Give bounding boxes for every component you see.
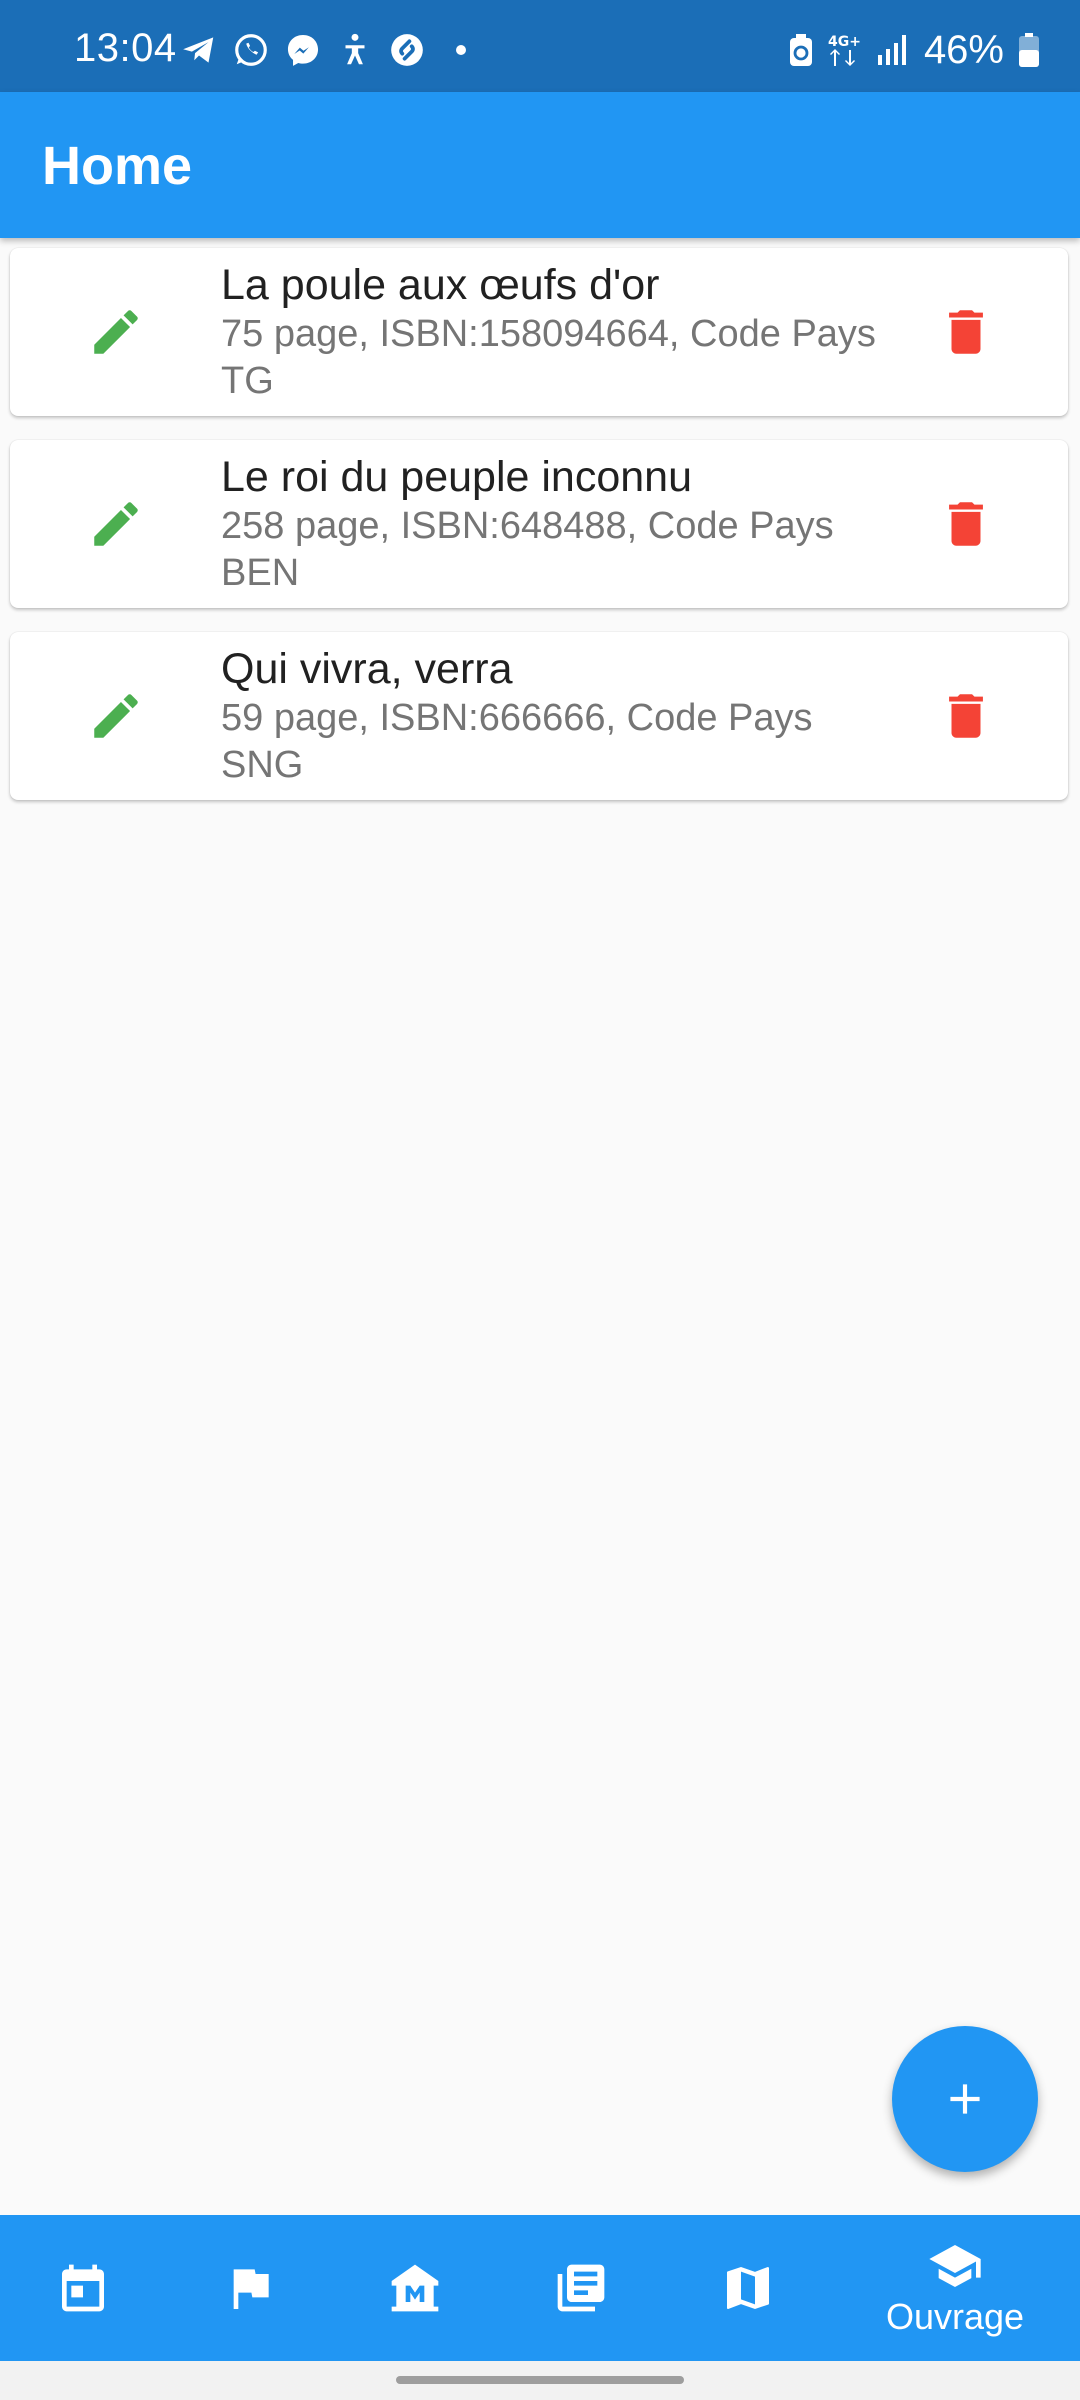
library-books-icon: [557, 2264, 605, 2312]
book-list: La poule aux œufs d'or 75 page, ISBN:158…: [10, 248, 1070, 824]
book-title: Le roi du peuple inconnu: [221, 453, 692, 501]
list-item[interactable]: Qui vivra, verra 59 page, ISBN:666666, C…: [10, 632, 1068, 800]
trash-icon: [949, 502, 983, 546]
plus-icon: [950, 2084, 980, 2114]
network-4g-icon: 4G+: [828, 34, 861, 66]
nav-item-museum[interactable]: [360, 2215, 470, 2361]
edit-button[interactable]: [82, 490, 150, 558]
signal-icon: [877, 35, 906, 65]
nav-item-ouvrage[interactable]: Ouvrage: [870, 2215, 1040, 2361]
book-details: 59 page, ISBN:666666, Code Pays SNG: [221, 697, 813, 786]
battery-percent: 46%: [923, 28, 1004, 72]
nav-label-ouvrage: Ouvrage: [885, 2296, 1025, 2337]
shazam-icon: [391, 34, 423, 66]
trash-icon: [949, 694, 983, 738]
status-bar: 13:04 4G+ 46%: [0, 0, 1080, 92]
book-details: 258 page, ISBN:648488, Code Pays BEN: [221, 505, 834, 594]
calendar-icon: [62, 2264, 104, 2312]
delete-button[interactable]: [932, 682, 1000, 750]
edit-button[interactable]: [82, 298, 150, 366]
edit-button[interactable]: [82, 682, 150, 750]
delete-button[interactable]: [932, 490, 1000, 558]
app-bar: Home: [0, 92, 1080, 238]
trash-icon: [949, 310, 983, 354]
notification-icons: [180, 30, 466, 70]
delete-button[interactable]: [932, 298, 1000, 366]
more-notifications-dot: [456, 45, 466, 55]
whatsapp-icon: [235, 34, 267, 66]
book-title: Qui vivra, verra: [221, 645, 513, 693]
telegram-icon: [183, 37, 214, 63]
book-info: Le roi du peuple inconnu 258 page, ISBN:…: [221, 452, 881, 597]
flag-icon: [233, 2269, 269, 2309]
battery-saver-icon: [789, 34, 812, 66]
nav-item-flag[interactable]: [195, 2215, 305, 2361]
museum-icon: [391, 2264, 439, 2312]
battery-icon: [1019, 33, 1039, 67]
nav-item-calendar[interactable]: [28, 2215, 138, 2361]
map-icon: [727, 2267, 769, 2309]
book-info: Qui vivra, verra 59 page, ISBN:666666, C…: [221, 644, 881, 789]
messenger-icon: [287, 34, 319, 66]
svg-text:4G+: 4G+: [828, 34, 861, 50]
list-item[interactable]: La poule aux œufs d'or 75 page, ISBN:158…: [10, 248, 1068, 416]
home-gesture-handle[interactable]: [396, 2376, 684, 2384]
pencil-icon: [94, 694, 138, 738]
pencil-icon: [94, 502, 138, 546]
system-status-icons: 4G+ 46%: [788, 28, 1040, 72]
book-title: La poule aux œufs d'or: [221, 261, 660, 309]
accessibility-icon: [345, 33, 365, 65]
school-icon: [929, 2245, 981, 2287]
nav-item-map[interactable]: [693, 2215, 803, 2361]
book-info: La poule aux œufs d'or 75 page, ISBN:158…: [221, 260, 881, 405]
page-title: Home: [42, 136, 193, 196]
bottom-navigation: Ouvrage: [0, 2215, 1080, 2361]
nav-item-library[interactable]: [526, 2215, 636, 2361]
screen: 13:04 4G+ 46% Home La poule aux œufs d'o…: [0, 0, 1080, 2400]
add-book-button[interactable]: [892, 2026, 1038, 2172]
gesture-navigation-area: [0, 2361, 1080, 2400]
book-details: 75 page, ISBN:158094664, Code Pays TG: [221, 313, 876, 402]
pencil-icon: [94, 310, 138, 354]
list-item[interactable]: Le roi du peuple inconnu 258 page, ISBN:…: [10, 440, 1068, 608]
status-time: 13:04: [74, 26, 177, 70]
